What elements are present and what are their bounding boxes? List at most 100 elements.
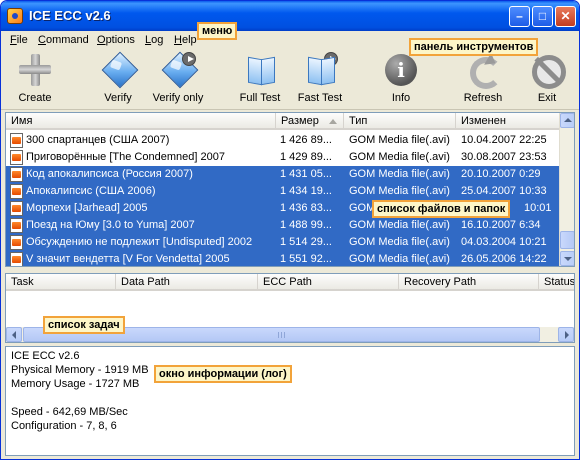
app-window: ICE ECC v2.6 – □ ✕ File Command Options … — [0, 0, 580, 460]
thumb-grip — [281, 332, 282, 338]
avi-file-icon — [10, 252, 23, 266]
file-row[interactable]: Приговорённые [The Condemned] 2007 1 429… — [6, 149, 562, 166]
column-status-label: Status — [544, 276, 574, 288]
menu-log-label: og — [151, 34, 164, 46]
minimize-button[interactable]: – — [509, 6, 530, 27]
file-type: GOM Media file(.avi) — [349, 219, 450, 231]
file-modified: 30.08.2007 23:53 — [461, 151, 547, 163]
file-type: GOM Media file(.avi) — [349, 253, 450, 265]
column-header-task[interactable]: Task — [6, 274, 116, 291]
column-header-recovery-path[interactable]: Recovery Path — [399, 274, 539, 291]
exit-button[interactable]: Exit — [528, 52, 566, 108]
file-list[interactable]: Имя Размер Тип Изменен 300 спартанцев (С… — [5, 112, 575, 267]
file-row-selected[interactable]: Код апокалипсиса (Россия 2007) 1 431 05.… — [6, 166, 562, 183]
menu-options[interactable]: Options — [97, 34, 135, 46]
verify-button[interactable]: Verify — [97, 52, 139, 108]
column-recovery-path-label: Recovery Path — [404, 276, 477, 288]
file-row-selected[interactable]: Обсуждению не подлежит [Undisputed] 2002… — [6, 234, 562, 251]
column-ecc-path-label: ECC Path — [263, 276, 312, 288]
play-icon — [182, 52, 196, 66]
fast-test-icon — [302, 52, 338, 88]
thumb-grip — [278, 332, 279, 338]
scroll-right-button[interactable] — [558, 327, 574, 342]
menu-help[interactable]: Help — [174, 34, 197, 46]
log-line: Memory Usage - 1727 MB — [11, 378, 140, 390]
file-row-selected[interactable]: V значит вендетта [V For Vendetta] 2005 … — [6, 251, 562, 266]
menu-file[interactable]: File — [10, 34, 28, 46]
exit-icon — [529, 52, 566, 89]
column-header-data-path[interactable]: Data Path — [116, 274, 258, 291]
create-label: Create — [18, 92, 52, 104]
avi-file-icon — [10, 218, 23, 233]
full-test-icon — [242, 52, 278, 88]
full-test-label: Full Test — [239, 92, 281, 104]
file-row[interactable]: 300 спартанцев (США 2007) 1 426 89... GO… — [6, 132, 562, 149]
log-panel[interactable]: ICE ECC v2.6 Physical Memory - 1919 MB M… — [5, 346, 575, 456]
create-button[interactable]: Create — [14, 52, 56, 108]
menu-file-label: ile — [16, 34, 28, 46]
avi-file-icon — [10, 167, 23, 182]
column-header-status[interactable]: Status — [539, 274, 574, 291]
file-name: Поезд на Юму [3.0 to Yuma] 2007 — [26, 219, 195, 231]
file-size: 1 551 92... — [280, 253, 332, 265]
file-row-selected[interactable]: Апокалипсис (США 2006) 1 434 19... GOM M… — [6, 183, 562, 200]
verify-icon — [100, 52, 136, 88]
menu-help-mnemonic: H — [174, 34, 182, 46]
file-size: 1 514 29... — [280, 236, 332, 248]
menu-command-label: ommand — [45, 34, 89, 46]
thumb-grip — [284, 332, 285, 338]
scroll-down-button[interactable] — [560, 251, 574, 266]
scroll-up-button[interactable] — [560, 113, 574, 128]
refresh-button[interactable]: Refresh — [462, 52, 504, 108]
column-header-name[interactable]: Имя — [6, 113, 276, 130]
window-title: ICE ECC v2.6 — [29, 8, 111, 23]
file-type: GOM Media file(.avi) — [349, 134, 450, 146]
refresh-label: Refresh — [463, 92, 503, 104]
app-icon[interactable] — [7, 8, 23, 24]
task-list-header: Task Data Path ECC Path Recovery Path St… — [6, 274, 574, 291]
info-button[interactable]: Info — [382, 52, 420, 108]
annotation-menu: меню — [197, 22, 238, 40]
file-list-header: Имя Размер Тип Изменен — [6, 113, 562, 130]
file-modified: 10.04.2007 22:25 — [461, 134, 547, 146]
column-header-type[interactable]: Тип — [344, 113, 456, 130]
column-header-ecc-path[interactable]: ECC Path — [258, 274, 399, 291]
file-name: Морпехи [Jarhead] 2005 — [26, 202, 148, 214]
verify-only-icon — [160, 52, 196, 88]
file-modified: 10:01 — [524, 202, 552, 214]
play-icon — [324, 52, 338, 66]
title-bar[interactable]: ICE ECC v2.6 – □ ✕ — [1, 1, 579, 31]
column-data-path-label: Data Path — [121, 276, 170, 288]
file-size: 1 436 83... — [280, 202, 332, 214]
scroll-left-button[interactable] — [6, 327, 22, 342]
file-row-selected[interactable]: Поезд на Юму [3.0 to Yuma] 2007 1 488 99… — [6, 217, 562, 234]
file-name: Приговорённые [The Condemned] 2007 — [26, 151, 225, 163]
file-type: GOM Media file(.avi) — [349, 236, 450, 248]
menu-file-mnemonic: F — [10, 34, 17, 46]
maximize-button[interactable]: □ — [532, 6, 553, 27]
avi-file-icon — [10, 184, 23, 199]
menu-command-mnemonic: C — [38, 34, 46, 46]
close-button[interactable]: ✕ — [555, 6, 576, 27]
avi-file-icon — [10, 133, 23, 148]
file-name: 300 спартанцев (США 2007) — [26, 134, 170, 146]
file-name: Обсуждению не подлежит [Undisputed] 2002 — [26, 236, 253, 248]
column-header-size[interactable]: Размер — [276, 113, 344, 130]
refresh-icon — [465, 52, 502, 89]
file-list-vertical-scrollbar[interactable] — [559, 113, 574, 266]
column-header-modified[interactable]: Изменен — [456, 113, 562, 130]
menu-log[interactable]: Log — [145, 34, 163, 46]
file-size: 1 429 89... — [280, 151, 332, 163]
file-modified: 20.10.2007 0:29 — [461, 168, 541, 180]
menu-help-label: elp — [181, 34, 197, 46]
full-test-button[interactable]: Full Test — [237, 52, 283, 108]
fast-test-label: Fast Test — [297, 92, 343, 104]
file-type: GOM Media file(.avi) — [349, 168, 450, 180]
avi-file-icon — [10, 235, 23, 250]
file-modified: 04.03.2004 10:21 — [461, 236, 547, 248]
fast-test-button[interactable]: Fast Test — [296, 52, 344, 108]
menu-command[interactable]: Command — [38, 34, 89, 46]
scroll-thumb[interactable] — [560, 231, 574, 249]
log-line: Speed - 642,69 MB/Sec — [11, 406, 128, 418]
verify-only-button[interactable]: Verify only — [150, 52, 206, 108]
